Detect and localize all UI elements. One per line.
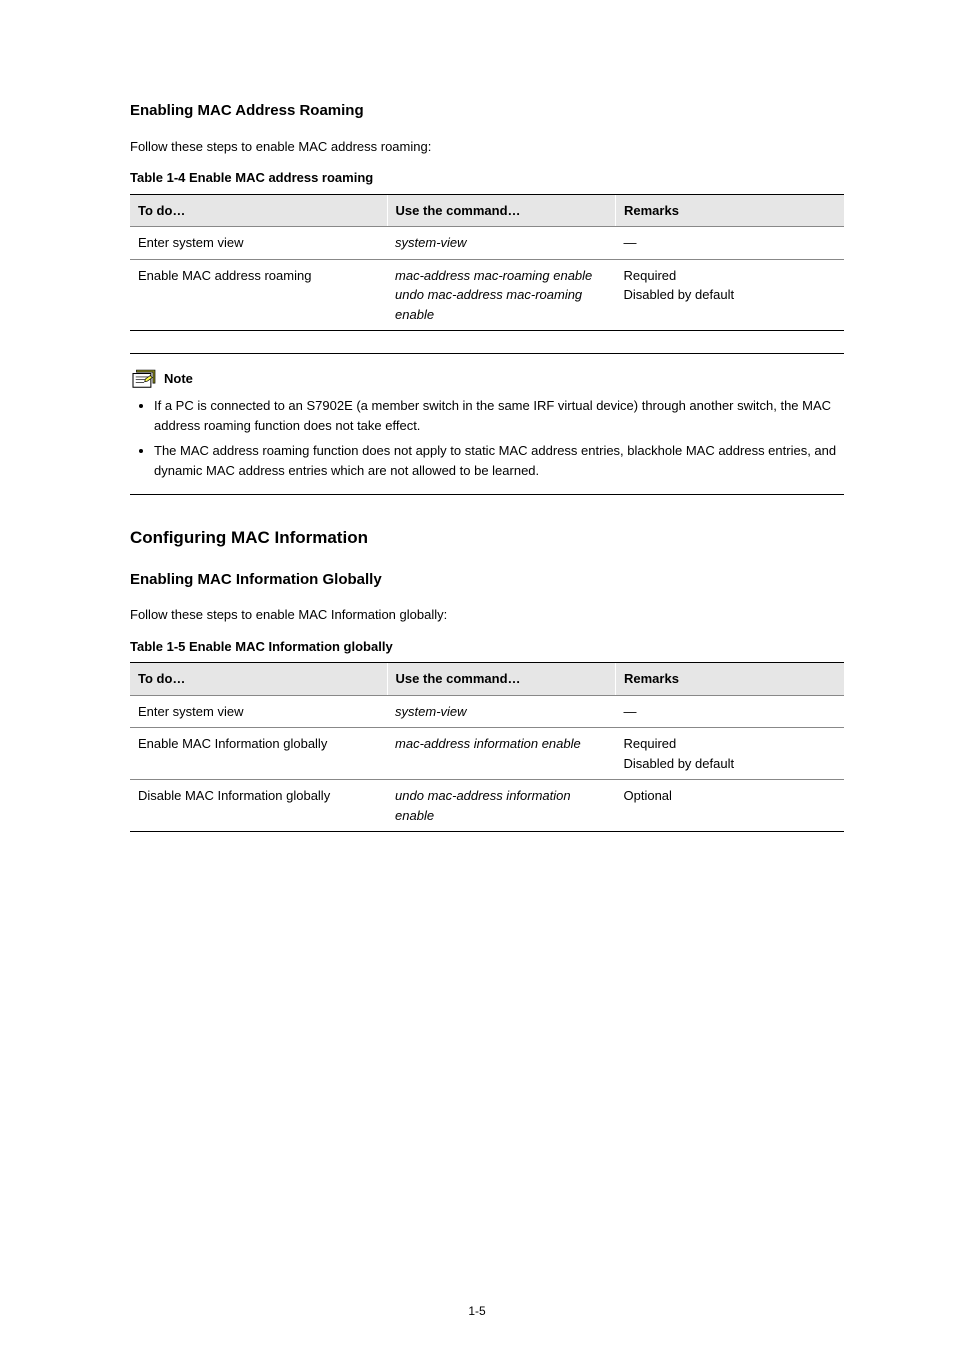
cell-todo: Enable MAC address roaming	[130, 259, 387, 331]
cell-command: undo mac-address information enable	[387, 780, 615, 832]
config-table-1: To do… Use the command… Remarks Enter sy…	[130, 194, 844, 332]
note-bottom-rule	[130, 494, 844, 495]
th-todo: To do…	[130, 194, 387, 227]
note-top-rule	[130, 353, 844, 354]
config-table-2: To do… Use the command… Remarks Enter sy…	[130, 662, 844, 832]
th-command: Use the command…	[387, 194, 615, 227]
cell-todo: Enter system view	[130, 695, 387, 728]
page-number: 1-5	[0, 1302, 954, 1320]
note-list: If a PC is connected to an S7902E (a mem…	[130, 396, 844, 480]
table-header-row: To do… Use the command… Remarks	[130, 663, 844, 696]
cell-command: system-view	[387, 695, 615, 728]
th-todo: To do…	[130, 663, 387, 696]
note-label: Note	[164, 369, 193, 389]
th-command: Use the command…	[387, 663, 615, 696]
table-row: Enable MAC Information globally mac-addr…	[130, 728, 844, 780]
cell-todo: Disable MAC Information globally	[130, 780, 387, 832]
table-row: Enter system view system-view —	[130, 695, 844, 728]
table-row: Disable MAC Information globally undo ma…	[130, 780, 844, 832]
note-item: The MAC address roaming function does no…	[154, 441, 844, 480]
note-icon	[130, 368, 158, 390]
section-heading: Configuring MAC Information	[130, 525, 844, 551]
section-intro: Follow these steps to enable MAC Informa…	[130, 605, 844, 625]
cell-command: mac-address information enable	[387, 728, 615, 780]
subsection-heading: Enabling MAC Information Globally	[130, 569, 844, 592]
cell-remarks: Required Disabled by default	[616, 728, 845, 780]
th-remarks: Remarks	[616, 194, 845, 227]
table-header-row: To do… Use the command… Remarks	[130, 194, 844, 227]
cell-remarks: Optional	[616, 780, 845, 832]
cell-remarks: Required Disabled by default	[616, 259, 845, 331]
table-caption: Table 1-4 Enable MAC address roaming	[130, 168, 844, 188]
note-item: If a PC is connected to an S7902E (a mem…	[154, 396, 844, 435]
table-row: Enter system view system-view —	[130, 227, 844, 260]
note-block: Note If a PC is connected to an S7902E (…	[130, 353, 844, 495]
cell-remarks: —	[616, 227, 845, 260]
section-heading: Enabling MAC Address Roaming	[130, 100, 844, 123]
cell-remarks: —	[616, 695, 845, 728]
table-row: Enable MAC address roaming mac-address m…	[130, 259, 844, 331]
cell-todo: Enter system view	[130, 227, 387, 260]
section-intro: Follow these steps to enable MAC address…	[130, 137, 844, 157]
cell-command: system-view	[387, 227, 615, 260]
th-remarks: Remarks	[616, 663, 845, 696]
cell-todo: Enable MAC Information globally	[130, 728, 387, 780]
cell-command: mac-address mac-roaming enable undo mac-…	[387, 259, 615, 331]
table-caption: Table 1-5 Enable MAC Information globall…	[130, 637, 844, 657]
note-header: Note	[130, 368, 844, 390]
